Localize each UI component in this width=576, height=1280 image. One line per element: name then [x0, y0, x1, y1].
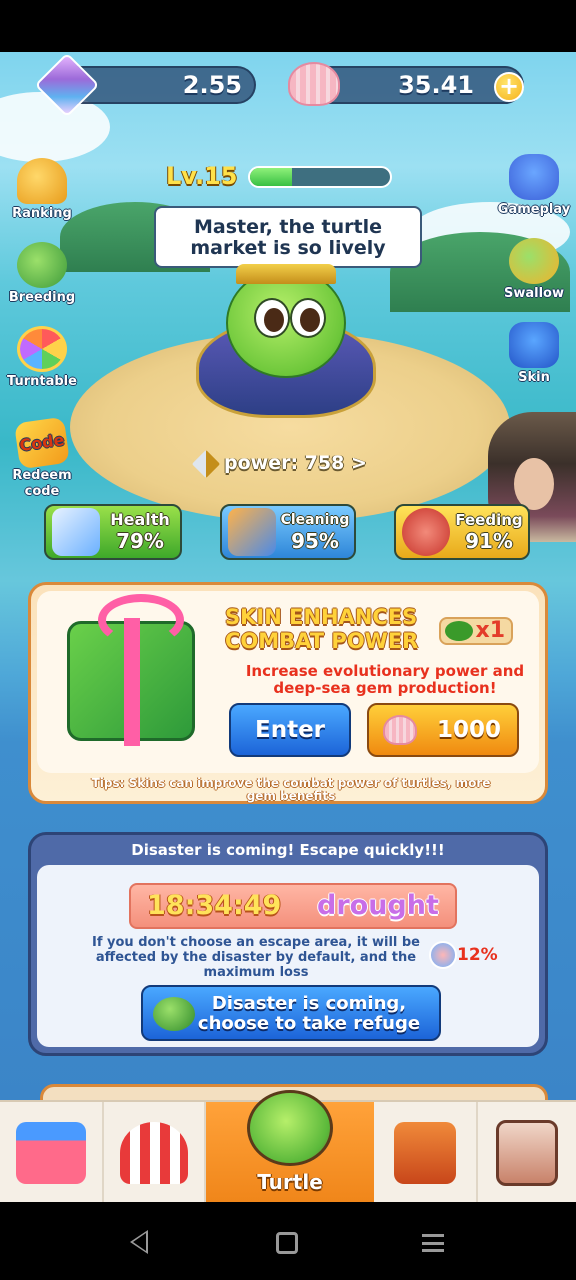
status-bar: [0, 0, 576, 52]
ranking-button[interactable]: Ranking: [2, 158, 82, 221]
breeding-label: Breeding: [8, 290, 76, 305]
health-label: Health: [110, 510, 170, 529]
health-stat[interactable]: Health 79%: [44, 504, 182, 560]
shell-balance-value: 35.41: [398, 71, 474, 99]
back-icon[interactable]: [130, 1230, 148, 1254]
skin-description: Increase evolutionary power and deep-sea…: [245, 662, 525, 697]
swallow-turtle-icon: [509, 238, 559, 284]
level-progress-bar: [248, 166, 392, 188]
feeding-stat[interactable]: Feeding 91%: [394, 504, 530, 560]
outfit-icon: [509, 322, 559, 368]
disaster-timer-box: 18:34:49 drought: [129, 883, 457, 929]
cleaning-label: Cleaning: [280, 512, 350, 528]
menu-icon[interactable]: [422, 1234, 444, 1252]
redeem-code-label: Redeem code: [12, 468, 72, 499]
swallow-label: Swallow: [504, 286, 564, 301]
skin-label: Skin: [518, 370, 550, 385]
level-label: Lv.15: [166, 162, 238, 190]
skin-promo-title: SKIN ENHANCES COMBAT POWER: [225, 605, 418, 653]
health-value: 79%: [116, 529, 164, 553]
enter-button[interactable]: Enter: [229, 703, 351, 757]
skin-button[interactable]: Skin: [494, 322, 574, 385]
turntable-label: Turntable: [7, 374, 77, 389]
skin-promo-card: SKIN ENHANCES COMBAT POWER x1 Increase e…: [28, 582, 548, 804]
feeding-value: 91%: [465, 529, 513, 553]
turtle-eye: [254, 298, 290, 338]
power-label: power: 758 >: [224, 452, 367, 474]
level-progress-fill: [250, 168, 292, 186]
speech-bubble: Master, the turtle market is so lively: [154, 206, 422, 268]
disaster-description: If you don't choose an escape area, it w…: [91, 935, 420, 980]
redeem-code-button[interactable]: Code Redeem code: [2, 416, 82, 500]
circus-tent-icon: [120, 1122, 188, 1184]
skin-multiplier-badge: x1: [439, 617, 513, 645]
take-refuge-button[interactable]: Disaster is coming, choose to take refug…: [141, 985, 441, 1041]
nav-turtle[interactable]: Turtle: [206, 1090, 374, 1202]
turtle-shell-icon: [445, 621, 473, 641]
meat-icon: [402, 508, 450, 556]
health-stat-text: Health 79%: [100, 510, 180, 554]
turtle-head: [226, 268, 346, 378]
shop-icon: [16, 1122, 86, 1184]
breeding-turtle-icon: [17, 242, 67, 288]
nav-shop[interactable]: [0, 1102, 104, 1202]
nav-circus[interactable]: [104, 1102, 206, 1202]
webcam-face: [514, 458, 554, 510]
gameplay-button[interactable]: Gameplay: [494, 154, 574, 217]
gift-box-icon: [67, 594, 195, 746]
nav-bag[interactable]: [374, 1102, 478, 1202]
code-coupon-icon: Code: [14, 416, 70, 470]
power-link[interactable]: power: 758 >: [191, 449, 367, 478]
skin-title-line2: COMBAT POWER: [225, 629, 419, 653]
turtle-character[interactable]: [196, 264, 376, 418]
nav-turtle-label: Turtle: [257, 1170, 323, 1194]
feeding-label: Feeding: [455, 511, 523, 529]
shell-icon: [383, 715, 417, 745]
skin-multiplier: x1: [475, 618, 506, 643]
health-loss-icon: [429, 941, 457, 969]
turtle-icon: [247, 1090, 333, 1166]
brush-icon: [228, 508, 276, 556]
buy-skin-button[interactable]: 1000: [367, 703, 519, 757]
wheel-icon: [17, 326, 67, 372]
cleaning-stat-text: Cleaning 95%: [276, 511, 354, 553]
shell-icon: [288, 62, 340, 106]
turtle-crown: [236, 264, 336, 284]
system-nav-bar: [0, 1202, 576, 1280]
home-icon[interactable]: [276, 1232, 298, 1254]
game-screen: 2.55 35.41 + Lv.15 Master, the turtle ma…: [0, 52, 576, 1202]
skin-tips: Tips: Skins can improve the combat power…: [91, 776, 491, 803]
backpack-icon: [394, 1122, 456, 1184]
take-refuge-label: Disaster is coming, choose to take refug…: [197, 993, 421, 1034]
nav-records[interactable]: [478, 1102, 576, 1202]
bottom-nav: Turtle: [0, 1090, 576, 1202]
turtle-eye: [290, 298, 326, 338]
disaster-header: Disaster is coming! Escape quickly!!!: [131, 841, 445, 859]
skin-price: 1000: [436, 717, 501, 743]
feeding-stat-text: Feeding 91%: [450, 511, 528, 553]
add-shells-button[interactable]: +: [494, 72, 524, 102]
ranking-label: Ranking: [12, 206, 72, 221]
gem-balance-value: 2.55: [182, 71, 242, 99]
sword-icon: [191, 449, 221, 478]
contact-book-icon: [496, 1120, 558, 1186]
turntable-button[interactable]: Turntable: [2, 326, 82, 389]
breeding-button[interactable]: Breeding: [2, 242, 82, 305]
swallow-button[interactable]: Swallow: [494, 238, 574, 301]
gameplay-label: Gameplay: [497, 202, 571, 217]
cleaning-stat[interactable]: Cleaning 95%: [220, 504, 356, 560]
turtle-shell-icon: [153, 997, 195, 1031]
trophy-icon: [17, 158, 67, 204]
max-loss-value: 12%: [457, 945, 498, 965]
cleaning-value: 95%: [291, 529, 339, 553]
disaster-type: drought: [317, 890, 439, 921]
disaster-countdown: 18:34:49: [147, 890, 282, 921]
disaster-card: Disaster is coming! Escape quickly!!! 18…: [28, 832, 548, 1056]
disaster-body: 18:34:49 drought If you don't choose an …: [37, 865, 539, 1047]
skin-promo-inner: SKIN ENHANCES COMBAT POWER x1 Increase e…: [37, 591, 539, 773]
gamepad-icon: [509, 154, 559, 200]
first-aid-icon: [52, 508, 100, 556]
skin-title-line1: SKIN ENHANCES: [225, 605, 418, 629]
